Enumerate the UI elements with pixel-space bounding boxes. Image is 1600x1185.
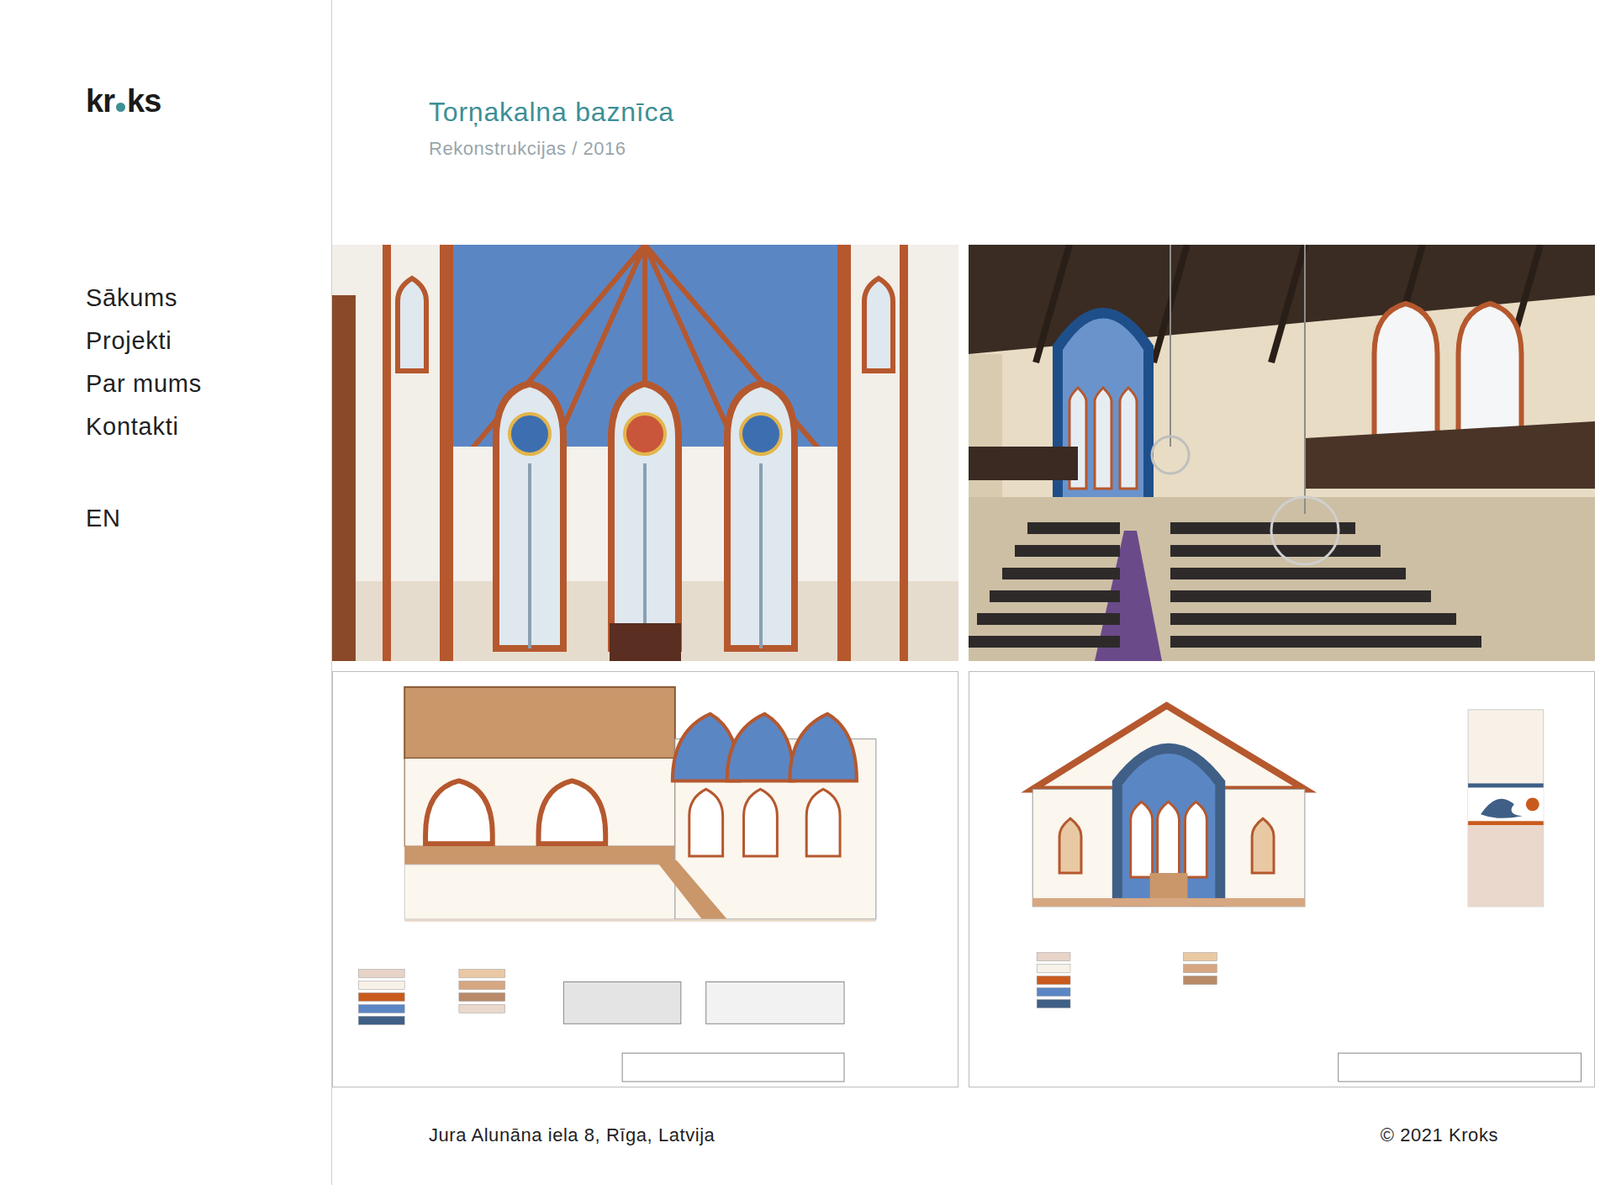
nav-item[interactable]: Par mums (85, 362, 332, 406)
page: krksSākumsProjektiPar mumsKontaktiENTorņ… (0, 0, 1600, 1185)
project-page: Torņakalna baznīca Rekonstrukcijas / 2016… (332, 0, 1600, 1185)
project-header: Torņakalna baznīca Rekonstrukcijas / 2016 (332, 0, 1595, 160)
footer: Jura Alunāna iela 8, Rīga, Latvija © 2021… (332, 1124, 1595, 1146)
language-switch[interactable]: EN (85, 496, 332, 540)
main-nav: SākumsProjektiPar mumsKontakti (85, 276, 332, 449)
project-subtitle: Rekonstrukcijas / 2016 (428, 137, 1595, 160)
logo-dot-icon (116, 102, 126, 112)
nav-item[interactable]: Projekti (85, 319, 332, 363)
gallery-image[interactable] (968, 670, 1595, 1088)
footer-address: Jura Alunāna iela 8, Rīga, Latvija (428, 1124, 715, 1146)
nave-photo (968, 244, 1595, 661)
nav-item[interactable]: Kontakti (85, 405, 332, 449)
project-title: Torņakalna baznīca (428, 95, 1595, 128)
apse-photo (332, 244, 959, 661)
footer-copyright: © 2021 Kroks (1380, 1124, 1499, 1146)
gallery-image[interactable] (332, 670, 959, 1088)
sidebar: krks SākumsProjektiPar mumsKontakti EN (0, 0, 333, 1185)
gallery-image[interactable] (968, 244, 1595, 661)
gallery-image[interactable] (332, 244, 959, 661)
logo[interactable]: krks (85, 82, 332, 120)
section-drawing (969, 671, 1595, 1087)
gallery (332, 244, 1595, 1088)
elevation-drawing (332, 671, 958, 1087)
nav-item[interactable]: Sākums (85, 276, 332, 320)
